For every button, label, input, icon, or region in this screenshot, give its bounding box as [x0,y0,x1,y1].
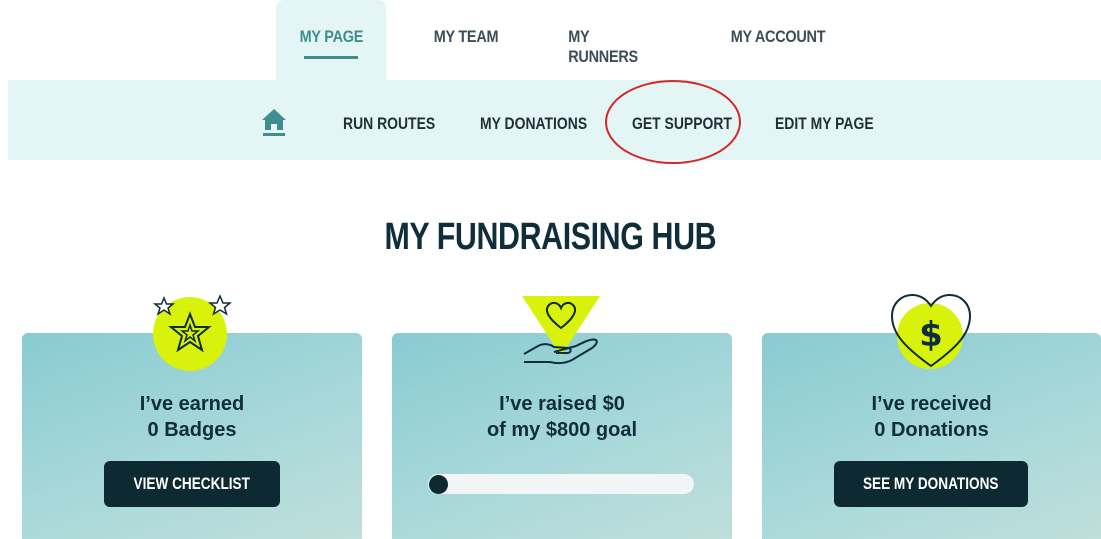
tab-my-page-label: MY PAGE [299,27,363,46]
badges-line2: 0 Badges [147,419,237,441]
tab-my-runners[interactable]: MY RUNNERS [568,0,662,80]
stars-icon [152,294,233,371]
view-checklist-button[interactable]: VIEW CHECKLIST [104,461,280,507]
subnav-my-donations[interactable]: MY DONATIONS [480,114,587,134]
raised-line2: of my $800 goal [486,419,638,441]
view-checklist-label: VIEW CHECKLIST [133,474,251,493]
fundraising-progress-indicator [429,475,448,494]
donations-line1: I’ve received [871,393,992,415]
page-title: MY FUNDRAISING HUB [0,216,1101,259]
fundraising-progress-bar [428,474,694,494]
tab-my-team[interactable]: MY TEAM [430,0,501,80]
svg-text:$: $ [919,315,943,355]
see-my-donations-label: SEE MY DONATIONS [863,474,999,493]
tab-my-account[interactable]: MY ACCOUNT [729,0,828,80]
sub-navigation: RUN ROUTES MY DONATIONS GET SUPPORT EDIT… [8,80,1101,160]
raised-line1: I’ve raised $0 [499,393,625,415]
annotation-circle [605,80,741,164]
badges-line1: I’ve earned [139,393,245,415]
donations-line2: 0 Donations [874,419,989,441]
top-tabs: MY PAGE MY TEAM MY RUNNERS MY ACCOUNT [0,0,1101,80]
subnav-run-routes[interactable]: RUN ROUTES [343,114,435,134]
page-title-text: MY FUNDRAISING HUB [384,216,717,258]
home-icon[interactable] [260,107,288,137]
heart-hand-icon [522,296,600,365]
tab-my-page[interactable]: MY PAGE [276,0,386,80]
subnav-edit-my-page[interactable]: EDIT MY PAGE [775,114,874,134]
see-my-donations-button[interactable]: SEE MY DONATIONS [834,461,1028,507]
active-tab-underline [304,56,358,59]
heart-dollar-icon: $ [890,293,972,369]
